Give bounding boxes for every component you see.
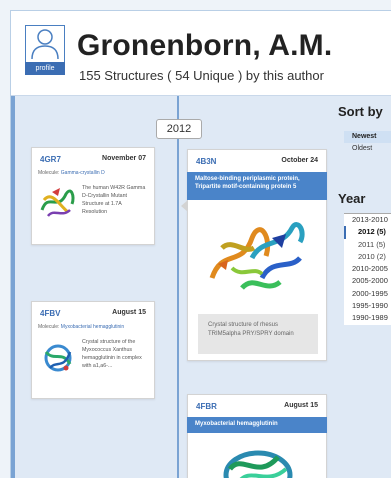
release-date: August 15	[284, 402, 318, 409]
timeline-line-left	[11, 96, 15, 478]
structure-thumbnail[interactable]	[202, 208, 314, 308]
structure-thumbnail[interactable]	[38, 338, 78, 378]
year-range-2005-2000[interactable]: 2005-2000	[344, 275, 391, 287]
year-range-2000-1995[interactable]: 2000-1995	[344, 288, 391, 300]
structure-title[interactable]: Myxobacterial hemagglutinin	[187, 417, 327, 433]
molecule-line: Molecule: Myxobacterial hemagglutinin	[38, 324, 124, 330]
structure-thumbnail[interactable]	[38, 182, 78, 222]
structure-id[interactable]: 4FBR	[196, 402, 217, 411]
year-range-1990-1989[interactable]: 1990-1989	[344, 312, 391, 324]
sort-option-newest[interactable]: Newest	[344, 131, 391, 143]
structure-caption: Crystal structure of rhesus TRIM5alpha P…	[198, 314, 318, 354]
timeline-line	[177, 96, 179, 478]
person-icon	[31, 29, 59, 60]
structure-card-4fbv[interactable]: 4FBV August 15 Molecule: Myxobacterial h…	[31, 301, 155, 399]
molecule-line: Molecule: Gamma-crystallin D	[38, 170, 105, 176]
release-date: October 24	[281, 157, 318, 164]
year-2012[interactable]: 2012 (5)	[344, 226, 391, 239]
structure-description: The human W42R Gamma D-Crystallin Mutant…	[82, 185, 146, 215]
year-2010[interactable]: 2010 (2)	[344, 251, 391, 263]
author-header: profile Gronenborn, A.M. 155 Structures …	[11, 11, 391, 96]
structure-id[interactable]: 4B3N	[196, 157, 216, 166]
page-frame: profile Gronenborn, A.M. 155 Structures …	[10, 10, 391, 478]
year-range-2010-2005[interactable]: 2010-2005	[344, 263, 391, 275]
year-heading: Year	[338, 191, 366, 206]
timeline-year-marker: 2012	[156, 119, 202, 139]
structure-id[interactable]: 4FBV	[40, 309, 60, 318]
molecule-link[interactable]: Gamma-crystallin D	[61, 170, 105, 176]
structure-title[interactable]: Maltose-binding periplasmic protein, Tri…	[187, 172, 327, 200]
profile-avatar[interactable]: profile	[25, 25, 65, 75]
molecule-prefix: Molecule:	[38, 324, 61, 330]
structure-card-4fbr[interactable]: 4FBR August 15 Myxobacterial hemagglutin…	[187, 394, 327, 478]
structure-description: Crystal structure of the Myxococcus Xant…	[82, 339, 142, 369]
structure-card-4gr7[interactable]: 4GR7 November 07 Molecule: Gamma-crystal…	[31, 147, 155, 245]
structure-thumbnail[interactable]	[218, 439, 298, 478]
sort-option-oldest[interactable]: Oldest	[344, 143, 372, 155]
year-range-1995-1990[interactable]: 1995-1990	[344, 300, 391, 312]
structure-count: 155 Structures ( 54 Unique ) by this aut…	[79, 68, 324, 83]
molecule-prefix: Molecule:	[38, 170, 61, 176]
release-date: November 07	[102, 155, 146, 162]
year-filter-list: 2013-2010 2012 (5) 2011 (5) 2010 (2) 201…	[344, 213, 391, 325]
structure-card-4b3n[interactable]: 4B3N October 24 Maltose-binding periplas…	[181, 149, 327, 361]
year-2011[interactable]: 2011 (5)	[344, 239, 391, 251]
profile-label: profile	[25, 62, 65, 75]
page-title: Gronenborn, A.M.	[77, 29, 333, 62]
year-range-2013-2010[interactable]: 2013-2010	[344, 214, 391, 226]
molecule-link[interactable]: Myxobacterial hemagglutinin	[61, 324, 124, 330]
release-date: August 15	[112, 309, 146, 316]
sort-heading: Sort by	[338, 104, 383, 119]
structure-id[interactable]: 4GR7	[40, 155, 61, 164]
